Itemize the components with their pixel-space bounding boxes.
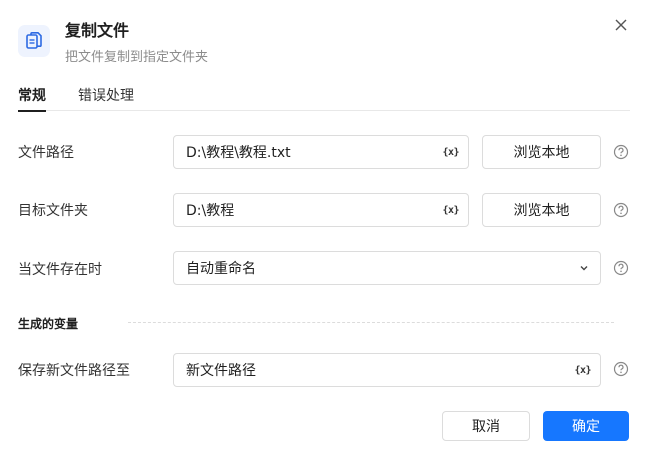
help-icon[interactable] xyxy=(613,361,629,377)
divider xyxy=(128,322,614,323)
target-folder-input[interactable]: D:\教程 {x} xyxy=(173,193,469,227)
tab-error-handling[interactable]: 错误处理 xyxy=(78,85,134,111)
file-path-input[interactable]: D:\教程\教程.txt {x} xyxy=(173,135,469,169)
when-exists-value: 自动重命名 xyxy=(186,261,256,277)
tab-general[interactable]: 常规 xyxy=(18,85,46,112)
help-icon[interactable] xyxy=(613,144,629,160)
when-exists-label: 当文件存在时 xyxy=(18,262,102,278)
help-icon[interactable] xyxy=(613,260,629,276)
browse-folder-button[interactable]: 浏览本地 xyxy=(482,193,601,227)
chevron-down-icon xyxy=(580,266,588,271)
section-title: 生成的变量 xyxy=(18,317,79,331)
dialog-title: 复制文件 xyxy=(65,21,130,40)
tab-bar: 常规 错误处理 xyxy=(18,85,630,112)
variable-icon[interactable]: {x} xyxy=(442,205,459,216)
confirm-button[interactable]: 确定 xyxy=(543,411,629,441)
cancel-button[interactable]: 取消 xyxy=(442,411,530,441)
file-path-value: D:\教程\教程.txt xyxy=(186,145,291,161)
save-path-label: 保存新文件路径至 xyxy=(18,363,130,379)
target-folder-label: 目标文件夹 xyxy=(18,203,88,219)
save-path-value: 新文件路径 xyxy=(186,363,256,379)
file-path-label: 文件路径 xyxy=(18,145,74,161)
variable-icon[interactable]: {x} xyxy=(442,147,459,158)
save-path-input[interactable]: 新文件路径 {x} xyxy=(173,353,601,387)
variable-icon[interactable]: {x} xyxy=(574,365,591,376)
dialog-subtitle: 把文件复制到指定文件夹 xyxy=(65,50,209,65)
close-icon[interactable] xyxy=(613,17,629,33)
browse-file-button[interactable]: 浏览本地 xyxy=(482,135,601,169)
help-icon[interactable] xyxy=(613,202,629,218)
file-copy-icon xyxy=(18,25,50,57)
when-exists-select[interactable]: 自动重命名 xyxy=(173,251,601,285)
target-folder-value: D:\教程 xyxy=(186,203,235,219)
